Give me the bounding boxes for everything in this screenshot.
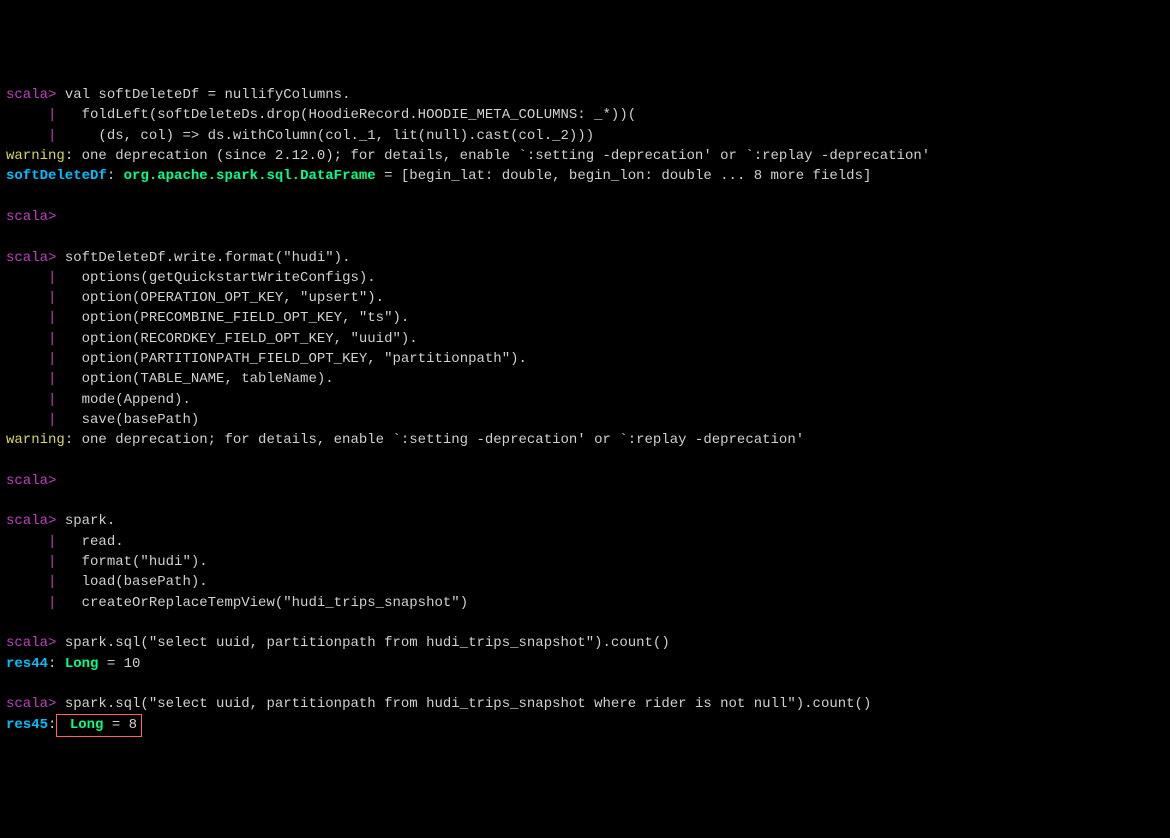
continuation-pipe: | [6, 595, 56, 611]
code-text: foldLeft(softDeleteDs.drop(HoodieRecord.… [56, 107, 636, 123]
blank-line [6, 227, 1164, 247]
code-line: | mode(Append). [6, 390, 1164, 410]
code-line: | option(OPERATION_OPT_KEY, "upsert"). [6, 288, 1164, 308]
code-text: (ds, col) => ds.withColumn(col._1, lit(n… [56, 128, 594, 144]
warning-text: : one deprecation; for details, enable `… [65, 432, 804, 448]
code-text: createOrReplaceTempView("hudi_trips_snap… [56, 595, 468, 611]
scala-prompt[interactable]: scala> [6, 473, 56, 489]
scala-prompt: scala> [6, 696, 56, 712]
code-line: | options(getQuickstartWriteConfigs). [6, 268, 1164, 288]
empty-prompt: scala> [6, 207, 1164, 227]
continuation-pipe: | [6, 554, 56, 570]
code-text: option(TABLE_NAME, tableName). [56, 371, 333, 387]
scala-prompt: scala> [6, 513, 56, 529]
code-text: option(RECORDKEY_FIELD_OPT_KEY, "uuid"). [56, 331, 417, 347]
code-text: spark.sql("select uuid, partitionpath fr… [56, 635, 669, 651]
code-line: | foldLeft(softDeleteDs.drop(HoodieRecor… [6, 105, 1164, 125]
highlighted-result: Long = 8 [56, 714, 142, 736]
scala-prompt[interactable]: scala> [6, 209, 56, 225]
continuation-pipe: | [6, 392, 56, 408]
code-line: | createOrReplaceTempView("hudi_trips_sn… [6, 593, 1164, 613]
type-name: Long [65, 656, 99, 672]
code-text: spark.sql("select uuid, partitionpath fr… [56, 696, 871, 712]
code-text: spark. [56, 513, 115, 529]
code-text: save(basePath) [56, 412, 199, 428]
continuation-pipe: | [6, 331, 56, 347]
result-value: = [begin_lat: double, begin_lon: double … [376, 168, 872, 184]
code-text: option(PRECOMBINE_FIELD_OPT_KEY, "ts"). [56, 310, 409, 326]
result-name: res45 [6, 717, 48, 733]
continuation-pipe: | [6, 574, 56, 590]
continuation-pipe: | [6, 128, 56, 144]
colon: : [48, 656, 65, 672]
code-line: | option(TABLE_NAME, tableName). [6, 369, 1164, 389]
code-line: scala> val softDeleteDf = nullifyColumns… [6, 85, 1164, 105]
colon: : [48, 717, 56, 733]
scala-prompt: scala> [6, 87, 56, 103]
continuation-pipe: | [6, 351, 56, 367]
result-name: softDeleteDf [6, 168, 107, 184]
code-line: scala> softDeleteDf.write.format("hudi")… [6, 248, 1164, 268]
code-text: load(basePath). [56, 574, 207, 590]
blank-line [6, 613, 1164, 633]
code-text: softDeleteDf.write.format("hudi"). [56, 250, 350, 266]
continuation-pipe: | [6, 534, 56, 550]
code-text: options(getQuickstartWriteConfigs). [56, 270, 375, 286]
continuation-pipe: | [6, 371, 56, 387]
warning-label: warning [6, 148, 65, 164]
code-line: | save(basePath) [6, 410, 1164, 430]
continuation-pipe: | [6, 107, 56, 123]
result-line: res44: Long = 10 [6, 654, 1164, 674]
continuation-pipe: | [6, 412, 56, 428]
colon: : [107, 168, 124, 184]
result-value: = 8 [112, 717, 137, 733]
continuation-pipe: | [6, 270, 56, 286]
code-line: | load(basePath). [6, 572, 1164, 592]
warning-label: warning [6, 432, 65, 448]
type-name: Long [61, 717, 111, 733]
blank-line [6, 674, 1164, 694]
warning-text: : one deprecation (since 2.12.0); for de… [65, 148, 930, 164]
warning-line: warning: one deprecation; for details, e… [6, 430, 1164, 450]
code-text: val softDeleteDf = nullifyColumns. [56, 87, 350, 103]
code-text: option(OPERATION_OPT_KEY, "upsert"). [56, 290, 384, 306]
code-line: scala> spark.sql("select uuid, partition… [6, 694, 1164, 714]
result-line: res45: Long = 8 [6, 714, 1164, 736]
code-text: format("hudi"). [56, 554, 207, 570]
result-name: res44 [6, 656, 48, 672]
terminal-output: scala> val softDeleteDf = nullifyColumns… [6, 85, 1164, 737]
code-line: scala> spark. [6, 511, 1164, 531]
blank-line [6, 491, 1164, 511]
result-value: = 10 [98, 656, 140, 672]
code-text: mode(Append). [56, 392, 190, 408]
code-text: read. [56, 534, 123, 550]
empty-prompt: scala> [6, 471, 1164, 491]
blank-line [6, 451, 1164, 471]
code-line: | read. [6, 532, 1164, 552]
scala-prompt: scala> [6, 635, 56, 651]
code-line: | option(PRECOMBINE_FIELD_OPT_KEY, "ts")… [6, 308, 1164, 328]
code-line: | option(PARTITIONPATH_FIELD_OPT_KEY, "p… [6, 349, 1164, 369]
code-line: | option(RECORDKEY_FIELD_OPT_KEY, "uuid"… [6, 329, 1164, 349]
scala-prompt: scala> [6, 250, 56, 266]
type-name: org.apache.spark.sql.DataFrame [124, 168, 376, 184]
code-line: | format("hudi"). [6, 552, 1164, 572]
blank-line [6, 187, 1164, 207]
warning-line: warning: one deprecation (since 2.12.0);… [6, 146, 1164, 166]
continuation-pipe: | [6, 310, 56, 326]
code-line: scala> spark.sql("select uuid, partition… [6, 633, 1164, 653]
code-text: option(PARTITIONPATH_FIELD_OPT_KEY, "par… [56, 351, 526, 367]
code-line: | (ds, col) => ds.withColumn(col._1, lit… [6, 126, 1164, 146]
result-line: softDeleteDf: org.apache.spark.sql.DataF… [6, 166, 1164, 186]
continuation-pipe: | [6, 290, 56, 306]
